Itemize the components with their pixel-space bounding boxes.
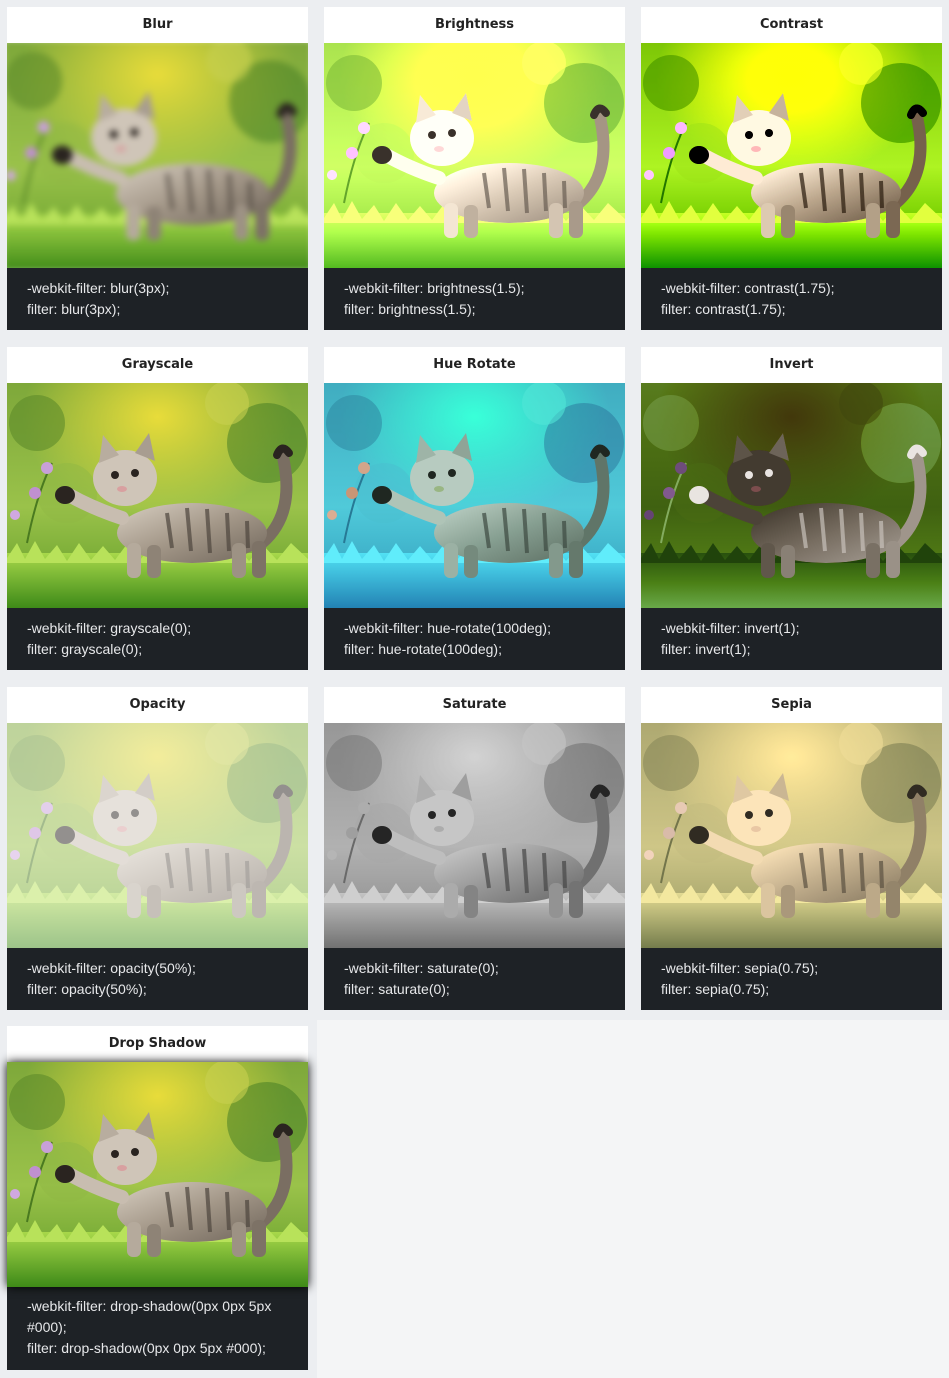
code-line-standard: filter: blur(3px); [27, 301, 121, 317]
card-title: Opacity [129, 697, 186, 712]
filter-cell-brightness: Brightness -webkit-filter: brightness(1.… [317, 0, 634, 340]
photo-frame [641, 383, 942, 608]
filter-card-hue-rotate: Hue Rotate -webkit-filter: hue-rotate(10… [324, 347, 625, 670]
code-block: -webkit-filter: invert(1); filter: inver… [641, 608, 942, 670]
card-title: Contrast [759, 17, 824, 32]
filter-card-contrast: Contrast -webkit-filter: contrast(1.75);… [641, 7, 942, 330]
kitten-photo [324, 383, 625, 608]
code-block: -webkit-filter: drop-shadow(0px 0px 5px … [7, 1287, 308, 1370]
code-block: -webkit-filter: opacity(50%); filter: op… [7, 948, 308, 1010]
filter-card-saturate: Saturate -webkit-filter: saturate(0); fi… [324, 687, 625, 1010]
code-line-standard: filter: brightness(1.5); [344, 301, 476, 317]
code-block: -webkit-filter: saturate(0); filter: sat… [324, 948, 625, 1010]
kitten-photo [324, 723, 625, 948]
card-title: Blur [142, 17, 173, 32]
card-title: Sepia [771, 697, 812, 712]
code-line-webkit: -webkit-filter: sepia(0.75); [661, 960, 819, 976]
photo-frame [7, 723, 308, 948]
code-line-webkit: -webkit-filter: brightness(1.5); [344, 280, 525, 296]
photo-frame [7, 383, 308, 608]
filter-cell-sepia: Sepia -webkit-filter: sepia(0.75); filte… [634, 680, 949, 1020]
filter-card-blur: Blur -webkit-filter: blur(3px); filter: … [7, 7, 308, 330]
code-line-webkit: -webkit-filter: hue-rotate(100deg); [344, 620, 551, 636]
photo-frame [641, 723, 942, 948]
card-title: Grayscale [121, 357, 194, 372]
kitten-photo [324, 43, 625, 268]
code-line-standard: filter: drop-shadow(0px 0px 5px #000); [27, 1340, 266, 1356]
code-line-webkit: -webkit-filter: drop-shadow(0px 0px 5px … [27, 1298, 272, 1335]
kitten-photo [641, 43, 942, 268]
filter-cell-grayscale: Grayscale -webkit-filter: grayscale(0); … [0, 340, 317, 680]
code-line-webkit: -webkit-filter: opacity(50%); [27, 960, 196, 976]
code-block: -webkit-filter: sepia(0.75); filter: sep… [641, 948, 942, 1010]
code-block: -webkit-filter: contrast(1.75); filter: … [641, 268, 942, 330]
code-block: -webkit-filter: brightness(1.5); filter:… [324, 268, 625, 330]
filter-card-brightness: Brightness -webkit-filter: brightness(1.… [324, 7, 625, 330]
filter-card-drop-shadow: Drop Shadow -webkit-filter: drop-shadow(… [7, 1026, 308, 1370]
card-title: Saturate [442, 697, 507, 712]
filter-cell-drop-shadow: Drop Shadow -webkit-filter: drop-shadow(… [0, 1019, 317, 1378]
kitten-photo [641, 723, 942, 948]
code-line-webkit: -webkit-filter: grayscale(0); [27, 620, 192, 636]
code-line-webkit: -webkit-filter: blur(3px); [27, 280, 170, 296]
code-line-standard: filter: opacity(50%); [27, 981, 147, 997]
filter-card-sepia: Sepia -webkit-filter: sepia(0.75); filte… [641, 687, 942, 1010]
code-line-standard: filter: grayscale(0); [27, 641, 143, 657]
kitten-photo [7, 723, 308, 948]
card-title: Invert [769, 357, 814, 372]
code-line-standard: filter: hue-rotate(100deg); [344, 641, 502, 657]
filter-cell-saturate: Saturate -webkit-filter: saturate(0); fi… [317, 680, 634, 1020]
filter-cell-blur: Blur -webkit-filter: blur(3px); filter: … [0, 0, 317, 340]
filter-cell-contrast: Contrast -webkit-filter: contrast(1.75);… [634, 0, 949, 340]
filter-cell-opacity: Opacity -webkit-filter: opacity(50%); fi… [0, 680, 317, 1020]
card-title: Drop Shadow [108, 1036, 207, 1051]
code-block: -webkit-filter: blur(3px); filter: blur(… [7, 268, 308, 330]
code-line-webkit: -webkit-filter: saturate(0); [344, 960, 499, 976]
code-line-standard: filter: saturate(0); [344, 981, 450, 997]
filter-card-invert: Invert -webkit-filter: invert(1); filter… [641, 347, 942, 670]
kitten-photo [641, 383, 942, 608]
code-block: -webkit-filter: hue-rotate(100deg); filt… [324, 608, 625, 670]
code-line-standard: filter: invert(1); [661, 641, 751, 657]
filter-card-grayscale: Grayscale -webkit-filter: grayscale(0); … [7, 347, 308, 670]
card-title: Hue Rotate [433, 357, 516, 372]
photo-frame [641, 43, 942, 268]
filter-card-opacity: Opacity -webkit-filter: opacity(50%); fi… [7, 687, 308, 1010]
photo-frame [324, 723, 625, 948]
code-block: -webkit-filter: grayscale(0); filter: gr… [7, 608, 308, 670]
code-line-standard: filter: contrast(1.75); [661, 301, 786, 317]
photo-frame [7, 43, 308, 268]
filter-gallery: Blur -webkit-filter: blur(3px); filter: … [0, 0, 949, 1378]
filter-cell-invert: Invert -webkit-filter: invert(1); filter… [634, 340, 949, 680]
code-line-webkit: -webkit-filter: contrast(1.75); [661, 280, 835, 296]
kitten-photo [7, 43, 308, 268]
photo-frame [324, 43, 625, 268]
code-line-standard: filter: sepia(0.75); [661, 981, 770, 997]
photo-frame [7, 1062, 308, 1287]
card-title: Brightness [434, 17, 515, 32]
kitten-photo [7, 1062, 308, 1287]
filter-cell-hue-rotate: Hue Rotate -webkit-filter: hue-rotate(10… [317, 340, 634, 680]
code-line-webkit: -webkit-filter: invert(1); [661, 620, 800, 636]
photo-frame [324, 383, 625, 608]
kitten-photo [7, 383, 308, 608]
